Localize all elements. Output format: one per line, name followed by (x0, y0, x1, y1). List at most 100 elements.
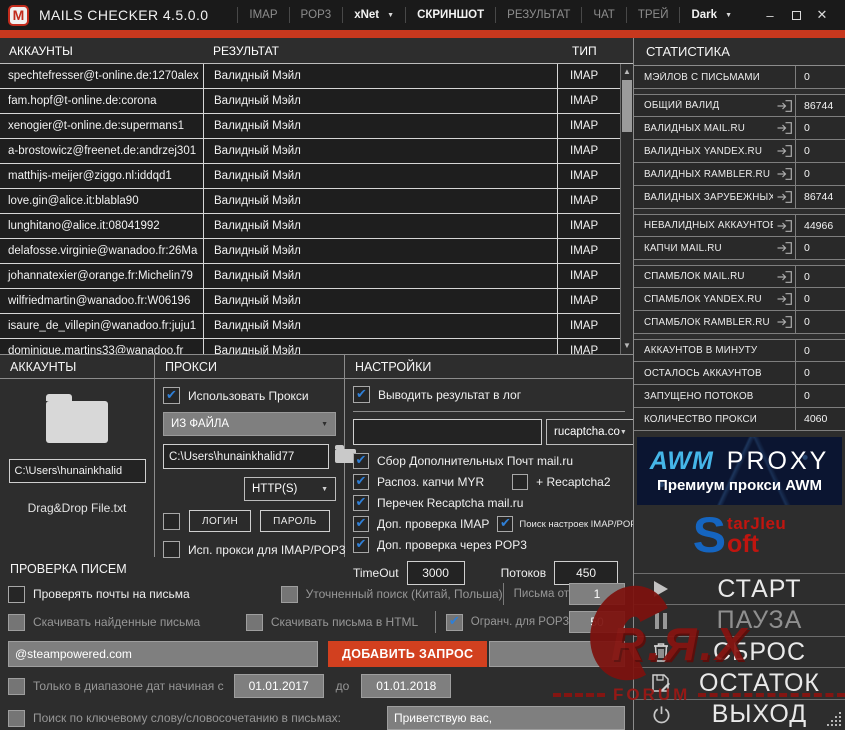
use-proxy-checkbox[interactable] (163, 387, 180, 404)
keyword-checkbox[interactable] (8, 709, 25, 727)
stat-label: СПАМБЛОК YANDEX.RU (644, 293, 762, 305)
date-range-checkbox[interactable] (8, 677, 25, 695)
export-button[interactable] (773, 95, 795, 116)
table-row[interactable]: isaure_de_villepin@wanadoo.fr:juju1 Вали… (0, 314, 620, 339)
menu-item[interactable]: Dark ▼ (679, 7, 743, 23)
stat-label: КОЛИЧЕСТВО ПРОКСИ (644, 413, 758, 425)
date-to-input[interactable] (361, 674, 452, 698)
captcha-key-input[interactable] (353, 419, 542, 445)
collect-mails-checkbox[interactable] (353, 453, 369, 469)
menu-item[interactable]: IMAP ▼ (237, 7, 288, 23)
menu-item[interactable]: РЕЗУЛЬТАТ ▼ (495, 7, 581, 23)
browse-proxy-button[interactable] (332, 444, 356, 469)
divider (353, 411, 625, 412)
table-row[interactable]: love.gin@alice.it:blabla90 Валидный Мэйл… (0, 189, 620, 214)
start-button[interactable]: СТАРТ (634, 573, 845, 604)
column-header-result[interactable]: РЕЗУЛЬТАТ (204, 44, 558, 58)
date-from-input[interactable] (233, 674, 324, 698)
scroll-down-icon[interactable]: ▼ (621, 340, 633, 352)
menu-item[interactable]: СКРИНШОТ ▼ (405, 7, 495, 23)
export-button[interactable] (773, 237, 795, 259)
recheck-recaptcha-checkbox[interactable] (353, 495, 369, 511)
download-html-checkbox[interactable] (245, 613, 263, 631)
keyword-input[interactable] (387, 706, 625, 730)
pop3-check-checkbox[interactable] (353, 537, 369, 553)
download-found-checkbox[interactable] (8, 613, 25, 631)
table-row[interactable]: matthijs-meijer@ziggo.nl:iddqd1 Валидный… (0, 164, 620, 189)
query-input[interactable] (8, 641, 318, 667)
scroll-up-icon[interactable]: ▲ (621, 66, 633, 78)
export-button[interactable] (773, 215, 795, 236)
log-checkbox[interactable] (353, 386, 370, 403)
menu-item[interactable]: ТРЕЙ ▼ (625, 7, 680, 23)
pop3-limit-input[interactable] (569, 611, 625, 633)
table-row[interactable]: a-brostowicz@freenet.de:andrzej301 Валид… (0, 139, 620, 164)
login-button[interactable]: ЛОГИН (189, 510, 252, 532)
column-header-type[interactable]: ТИП (558, 44, 633, 58)
accounts-path-input[interactable] (8, 459, 146, 483)
refined-search-checkbox[interactable] (280, 585, 298, 603)
remainder-button[interactable]: ОСТАТОК (634, 667, 845, 698)
proxy-auth-checkbox[interactable] (163, 512, 180, 530)
exit-button[interactable]: ВЫХОД (634, 698, 845, 730)
table-row[interactable]: xenogier@t-online.de:supermans1 Валидный… (0, 114, 620, 139)
table-row[interactable]: spechtefresser@t-online.de:1270alex Вали… (0, 64, 620, 89)
proxy-imap-pop3-checkbox[interactable] (163, 541, 180, 558)
resize-grip[interactable] (839, 724, 841, 726)
proxy-protocol-select[interactable]: HTTP(S) ▼ (244, 477, 336, 501)
menu-item[interactable]: xNet ▼ (342, 7, 405, 23)
stat-value: 0 (795, 66, 845, 88)
column-header-accounts[interactable]: АККАУНТЫ (0, 44, 204, 58)
minimize-button[interactable]: – (757, 4, 783, 26)
date-to-label: до (335, 679, 350, 693)
type-cell: IMAP (570, 195, 599, 207)
menu-item[interactable]: ЧАТ ▼ (581, 7, 625, 23)
scrollbar-thumb[interactable] (622, 80, 632, 132)
stat-label: НЕВАЛИДНЫХ АККАУНТОВ (644, 220, 773, 231)
export-button[interactable] (773, 163, 795, 185)
close-button[interactable]: ✕ (809, 4, 835, 26)
result-cell: Валидный Мэйл (204, 239, 558, 263)
password-button[interactable]: ПАРОЛЬ (260, 510, 330, 532)
proxy-source-select[interactable]: ИЗ ФАЙЛА ▼ (163, 412, 336, 436)
stat-label: ВАЛИДНЫХ RAMBLER.RU (644, 168, 771, 180)
pause-button[interactable]: ПАУЗА (634, 604, 845, 635)
recaptcha2-checkbox[interactable] (512, 474, 529, 490)
add-query-button[interactable]: ДОБАВИТЬ ЗАПРОС (328, 641, 488, 667)
table-row[interactable]: fam.hopf@t-online.de:corona Валидный Мэй… (0, 89, 620, 114)
query-list-box[interactable] (489, 641, 625, 667)
menu-item[interactable]: POP3 ▼ (288, 7, 343, 23)
type-cell: IMAP (570, 70, 599, 82)
check-mails-checkbox[interactable] (8, 585, 25, 603)
awm-proxy-banner[interactable]: AWM PROXY Премиум прокси AWM (637, 437, 842, 505)
download-html-label: Скачивать письма в HTML (270, 615, 419, 629)
proxy-path-input[interactable] (163, 444, 329, 469)
table-row[interactable]: johannatexier@orange.fr:Michelin79 Валид… (0, 264, 620, 289)
account-cell: delafosse.virginie@wanadoo.fr:26Ma (0, 239, 204, 263)
table-row[interactable]: wilfriedmartin@wanadoo.fr:W06196 Валидны… (0, 289, 620, 314)
table-row[interactable]: lunghitano@alice.it:08041992 Валидный Мэ… (0, 214, 620, 239)
account-cell: dominique.martins33@wanadoo.fr (0, 339, 204, 354)
letters-from-input[interactable] (569, 583, 625, 605)
export-icon (777, 270, 792, 283)
imap-check-checkbox[interactable] (353, 516, 369, 532)
reset-button[interactable]: СБРОС (634, 635, 845, 667)
type-cell: IMAP (570, 95, 599, 107)
table-scrollbar[interactable]: ▲ ▼ (620, 64, 633, 354)
export-button[interactable] (773, 186, 795, 208)
export-button[interactable] (773, 288, 795, 310)
export-button[interactable] (773, 266, 795, 287)
table-row[interactable]: dominique.martins33@wanadoo.fr Валидный … (0, 339, 620, 354)
captcha-service-select[interactable]: rucaptcha.co ▼ (546, 419, 635, 445)
captcha-myr-checkbox[interactable] (353, 474, 369, 490)
export-button[interactable] (773, 117, 795, 139)
maximize-button[interactable] (783, 4, 809, 26)
folder-icon[interactable] (46, 394, 108, 443)
export-button[interactable] (773, 311, 795, 333)
imap-settings-search-checkbox[interactable] (497, 516, 514, 532)
export-button[interactable] (773, 140, 795, 162)
stat-label: МЭЙЛОВ С ПИСЬМАМИ (644, 71, 761, 83)
table-row[interactable]: delafosse.virginie@wanadoo.fr:26Ma Валид… (0, 239, 620, 264)
account-cell: love.gin@alice.it:blabla90 (0, 189, 204, 213)
pop3-limit-checkbox[interactable] (445, 613, 463, 631)
